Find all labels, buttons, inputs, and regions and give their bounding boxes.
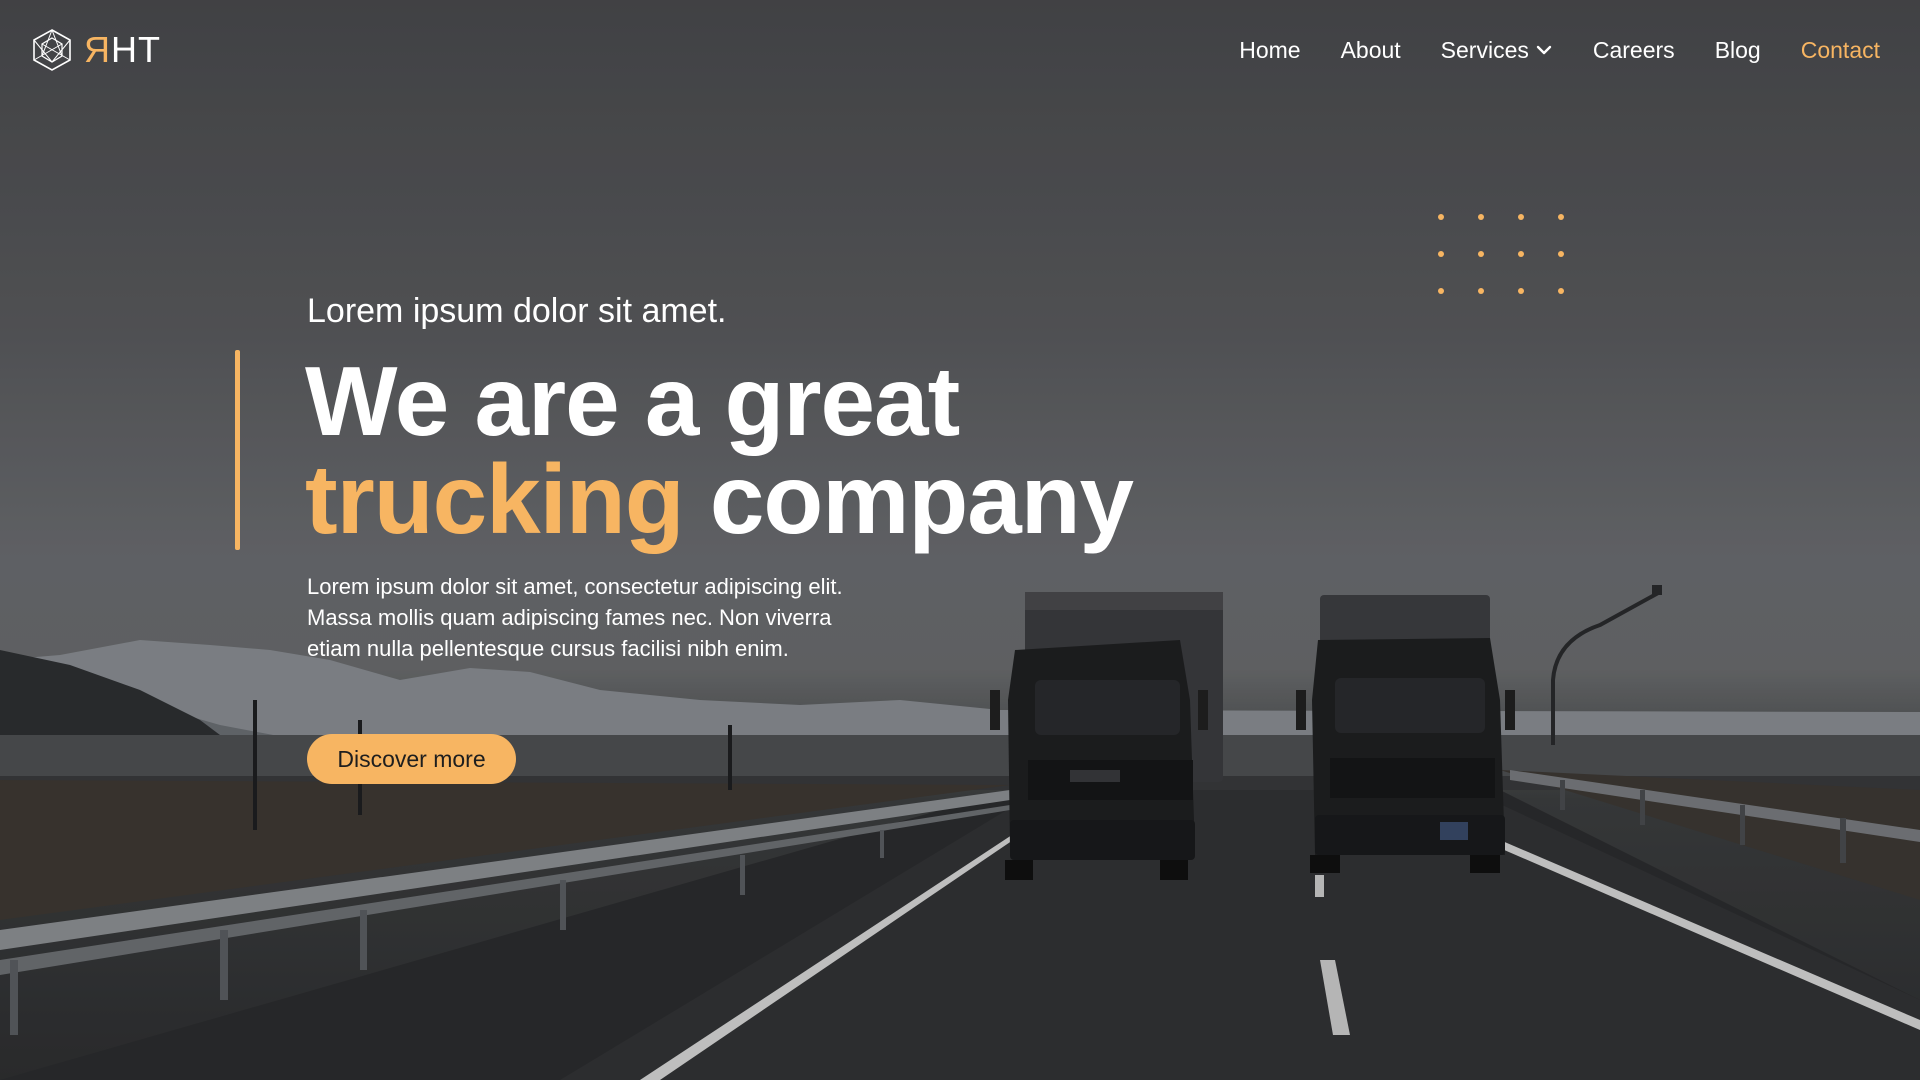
hexagon-cube-icon	[33, 29, 71, 71]
nav-item-about[interactable]: About	[1341, 37, 1401, 64]
main-navigation: Home About Services Careers Blog Contact	[1239, 37, 1880, 64]
dot	[1438, 251, 1444, 257]
dot	[1438, 214, 1444, 220]
nav-item-services-label: Services	[1440, 36, 1529, 63]
decorative-dot-grid	[1438, 214, 1598, 294]
nav-item-contact[interactable]: Contact	[1801, 37, 1880, 64]
dot	[1478, 214, 1484, 220]
hero-section: ЯHT Home About Services Careers Blog Con…	[0, 0, 1920, 1080]
hero-description: Lorem ipsum dolor sit amet, consectetur …	[307, 574, 843, 661]
nav-item-home[interactable]: Home	[1239, 37, 1300, 64]
headline-rest: company	[709, 444, 1134, 554]
discover-more-button[interactable]: Discover more	[307, 734, 516, 784]
headline-highlight: trucking	[305, 444, 685, 554]
dot	[1478, 288, 1484, 294]
dot	[1558, 288, 1564, 294]
dot	[1558, 214, 1564, 220]
brand-name-rest: HT	[111, 29, 161, 70]
dot	[1518, 251, 1524, 257]
brand-name-accent: Я	[84, 29, 111, 70]
hero-eyebrow: Lorem ipsum dolor sit amet.	[307, 292, 727, 330]
nav-item-services[interactable]: Services	[1441, 37, 1553, 64]
brand-name: ЯHT	[84, 29, 161, 71]
headline-accent-bar	[235, 350, 240, 550]
nav-item-blog[interactable]: Blog	[1715, 37, 1761, 64]
brand-logo[interactable]: ЯHT	[30, 28, 161, 72]
headline-line-1: We are a great	[305, 346, 960, 456]
site-header: ЯHT Home About Services Careers Blog Con…	[0, 0, 1920, 100]
nav-item-careers[interactable]: Careers	[1593, 37, 1675, 64]
headline-line-2: trucking company	[305, 450, 1134, 548]
dot	[1478, 251, 1484, 257]
dot	[1518, 288, 1524, 294]
dot	[1438, 288, 1444, 294]
dot	[1518, 214, 1524, 220]
dot	[1558, 251, 1564, 257]
hero-headline: We are a great trucking company	[305, 346, 1134, 548]
chevron-down-icon	[1536, 45, 1552, 55]
